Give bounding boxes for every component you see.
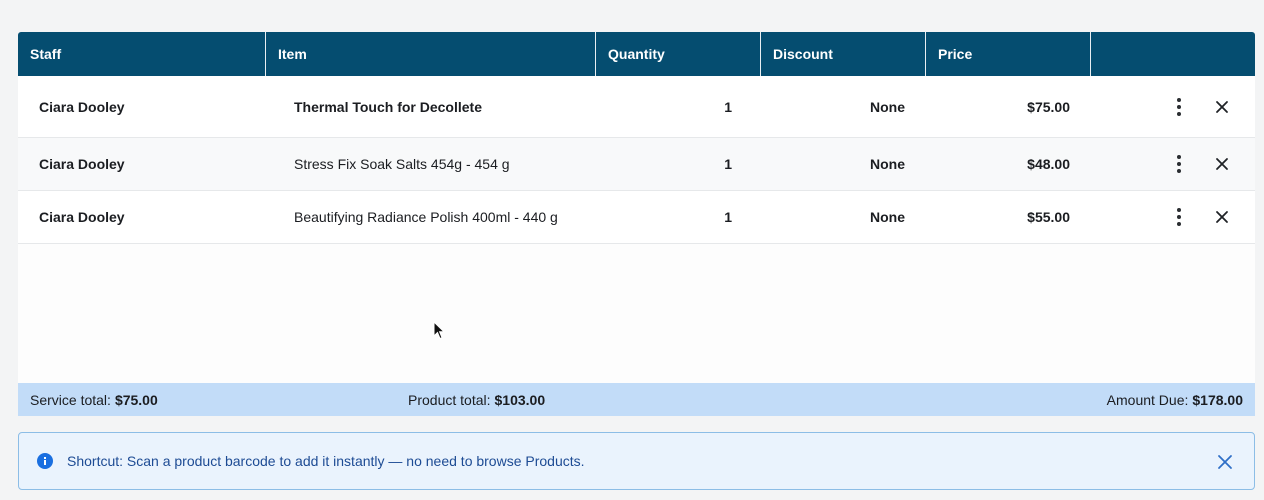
item-cell: Stress Fix Soak Salts 454g - 454 g [294,156,510,172]
totals-bar: Service total: $75.00 Product total: $10… [18,383,1255,416]
service-total-value: $75.00 [114,391,158,408]
service-total-label: Service total: [30,391,111,408]
product-total-value: $103.00 [494,391,546,408]
close-icon[interactable] [1214,209,1230,225]
more-vertical-icon[interactable] [1169,96,1189,118]
price-cell[interactable]: $48.00 [958,138,1070,190]
column-header-actions [1091,32,1255,76]
close-icon[interactable] [1214,99,1230,115]
amount-due: Amount Due: $178.00 [1107,383,1243,416]
product-total: Product total: $103.00 [408,383,545,416]
column-header-discount[interactable]: Discount [761,32,926,76]
amount-due-label: Amount Due: [1106,391,1189,408]
service-total: Service total: $75.00 [30,383,158,416]
discount-cell[interactable]: None [788,191,905,243]
staff-cell: Ciara Dooley [39,98,125,115]
price-cell[interactable]: $55.00 [958,191,1070,243]
price-cell[interactable]: $75.00 [958,76,1070,137]
discount-cell[interactable]: None [788,138,905,190]
quantity-cell[interactable]: 1 [658,138,732,190]
item-cell: Beautifying Radiance Polish 400ml - 440 … [294,209,558,225]
banner-message: Shortcut: Scan a product barcode to add … [67,453,585,469]
table-row[interactable]: Ciara Dooley Stress Fix Soak Salts 454g … [18,138,1255,191]
quantity-cell[interactable]: 1 [658,76,732,137]
table-row[interactable]: Ciara Dooley Beautifying Radiance Polish… [18,191,1255,244]
amount-due-value: $178.00 [1192,391,1243,408]
cart-table: Staff Item Quantity Discount Price Ciara… [18,32,1255,416]
close-icon[interactable] [1214,156,1230,172]
column-header-staff[interactable]: Staff [18,32,266,76]
shortcut-banner: Shortcut: Scan a product barcode to add … [18,432,1255,490]
quantity-cell[interactable]: 1 [658,191,732,243]
column-header-quantity[interactable]: Quantity [596,32,761,76]
column-header-price[interactable]: Price [926,32,1091,76]
info-icon [37,453,53,469]
table-header: Staff Item Quantity Discount Price [18,32,1255,76]
item-cell: Thermal Touch for Decollete [294,98,482,115]
more-vertical-icon[interactable] [1169,153,1189,175]
column-header-item[interactable]: Item [266,32,596,76]
more-vertical-icon[interactable] [1169,206,1189,228]
discount-cell[interactable]: None [788,76,905,137]
staff-cell: Ciara Dooley [39,156,125,172]
close-icon[interactable] [1216,453,1234,471]
staff-cell: Ciara Dooley [39,209,125,225]
product-total-label: Product total: [408,391,491,408]
table-row[interactable]: Ciara Dooley Thermal Touch for Decollete… [18,76,1255,138]
